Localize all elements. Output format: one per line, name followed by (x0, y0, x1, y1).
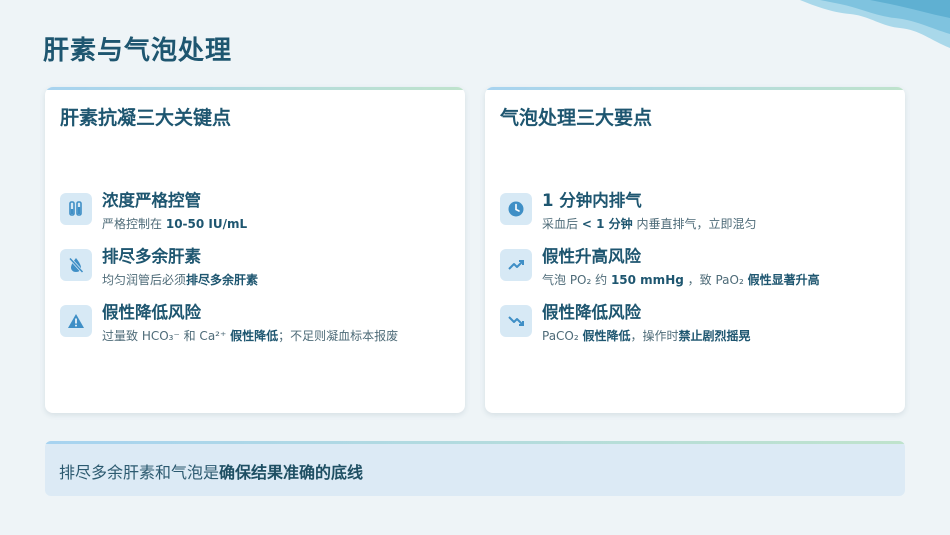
item-title: 假性升高风险 (542, 247, 641, 266)
item-description: 气泡 PO₂ 约 150 mmHg ，致 PaO₂ 假性显著升高 (542, 273, 820, 287)
item-description: 过量致 HCO₃⁻ 和 Ca²⁺ 假性降低；不足则凝血标本报废 (102, 329, 399, 343)
bubble-card-title: 气泡处理三大要点 (500, 107, 653, 129)
flask-icon (60, 193, 92, 225)
trend-down-icon (500, 305, 532, 337)
list-item-false-increase: 假性升高风险 气泡 PO₂ 约 150 mmHg ，致 PaO₂ 假性显著升高 (500, 243, 895, 291)
summary-banner: 排尽多余肝素和气泡是确保结果准确的底线 (45, 441, 905, 496)
heparin-card: 肝素抗凝三大关键点 浓度严格控管 严格控制在 10-50 IU/mL 排尽多余肝… (45, 87, 465, 413)
item-title: 排尽多余肝素 (102, 247, 201, 266)
list-item-drain-heparin: 排尽多余肝素 均匀润管后必须排尽多余肝素 (60, 243, 455, 291)
item-description: 均匀润管后必须排尽多余肝素 (102, 273, 259, 287)
summary-text: 排尽多余肝素和气泡是确保结果准确的底线 (59, 463, 364, 482)
corner-wave-decoration (780, 0, 950, 48)
item-title: 浓度严格控管 (102, 191, 201, 210)
item-title: 假性降低风险 (102, 303, 201, 322)
heparin-card-title: 肝素抗凝三大关键点 (60, 107, 232, 129)
clock-icon (500, 193, 532, 225)
item-title: 1 分钟内排气 (542, 191, 642, 210)
bubble-card: 气泡处理三大要点 1 分钟内排气 采血后 < 1 分钟 内垂直排气，立即混匀 假… (485, 87, 905, 413)
list-item-false-decrease-co2: 假性降低风险 PaCO₂ 假性降低，操作时禁止剧烈摇晃 (500, 299, 895, 347)
list-item-one-minute: 1 分钟内排气 采血后 < 1 分钟 内垂直排气，立即混匀 (500, 187, 895, 235)
list-item-false-decrease: 假性降低风险 过量致 HCO₃⁻ 和 Ca²⁺ 假性降低；不足则凝血标本报废 (60, 299, 455, 347)
item-description: 采血后 < 1 分钟 内垂直排气，立即混匀 (542, 217, 757, 231)
no-drop-icon (60, 249, 92, 281)
item-description: PaCO₂ 假性降低，操作时禁止剧烈摇晃 (542, 329, 751, 343)
page-title: 肝素与气泡处理 (43, 36, 233, 66)
list-item-concentration: 浓度严格控管 严格控制在 10-50 IU/mL (60, 187, 455, 235)
item-description: 严格控制在 10-50 IU/mL (102, 217, 248, 231)
item-title: 假性降低风险 (542, 303, 641, 322)
trend-up-icon (500, 249, 532, 281)
warning-icon (60, 305, 92, 337)
